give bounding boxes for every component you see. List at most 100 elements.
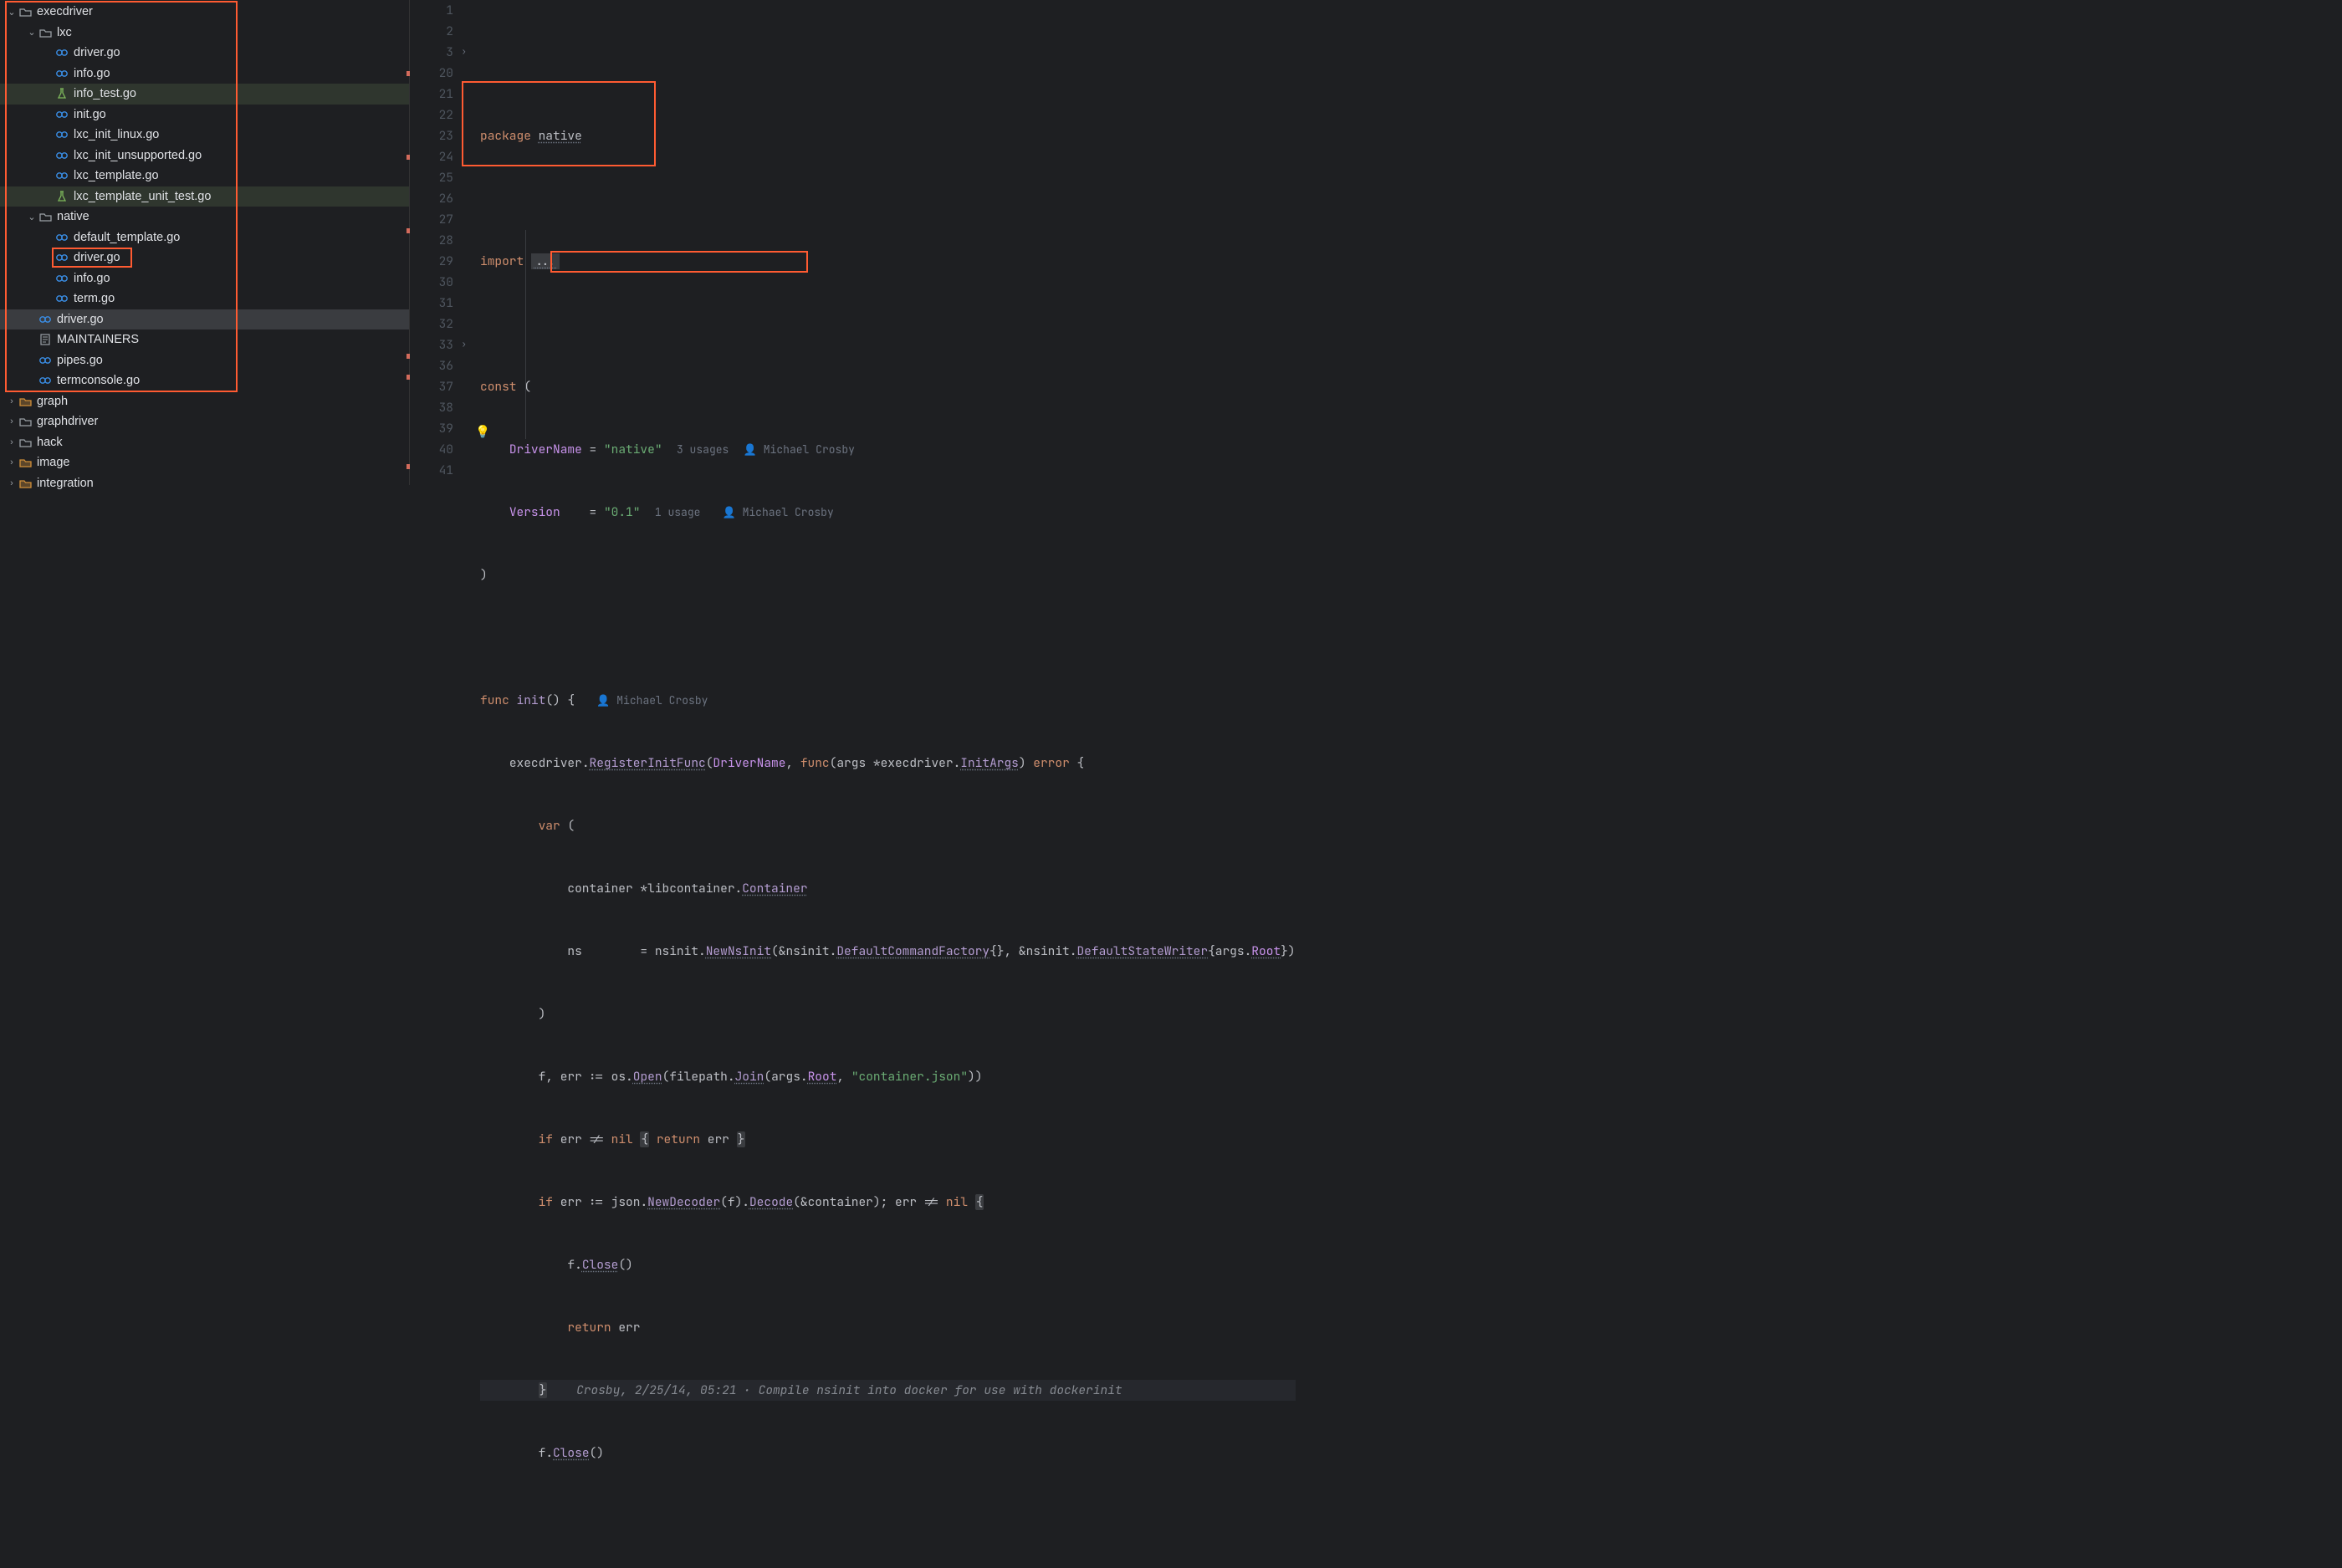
tree-folder-execdriver[interactable]: ⌄ execdriver	[0, 2, 409, 23]
code-line: if err := json.NewDecoder(f).Decode(&con…	[480, 1192, 1296, 1213]
tree-folder[interactable]: › integration	[0, 473, 409, 494]
go-file-icon	[55, 169, 69, 182]
line-number: 22	[410, 105, 453, 125]
tree-label: lxc	[57, 26, 72, 39]
line-number: 27	[410, 209, 453, 230]
go-file-icon	[55, 67, 69, 80]
tree-label: info.go	[74, 67, 110, 80]
code-line: )	[480, 1004, 1296, 1024]
author-hint[interactable]: 👤 Michael Crosby	[744, 442, 855, 457]
tree-file[interactable]: init.go	[0, 105, 409, 125]
tree-label: lxc_init_unsupported.go	[74, 149, 202, 162]
tree-label: hack	[37, 436, 63, 449]
line-number: 20	[410, 63, 453, 84]
code-line: package native	[480, 125, 1296, 146]
chevron-right-icon: ›	[5, 416, 18, 426]
tree-file[interactable]: info.go	[0, 64, 409, 84]
chevron-down-icon: ⌄	[5, 7, 18, 18]
line-number: 23	[410, 125, 453, 146]
code-line	[480, 1505, 1296, 1526]
author-hint[interactable]: 👤 Michael Crosby	[596, 693, 708, 707]
code-editor[interactable]: 1 2 3› 20 21 22 23 24 25 26 27 28 29 30 …	[410, 0, 1305, 485]
line-number: 29	[410, 251, 453, 272]
code-line: f.Close()	[480, 1254, 1296, 1275]
tree-label: default_template.go	[74, 231, 180, 244]
tree-folder[interactable]: › hack	[0, 432, 409, 453]
tree-file[interactable]: driver.go	[0, 43, 409, 64]
code-line: const (	[480, 376, 1296, 397]
tree-file[interactable]: driver.go	[0, 248, 409, 268]
code-line: return err	[480, 1317, 1296, 1338]
fold-right-icon[interactable]: ›	[461, 42, 467, 63]
line-number: 28	[410, 230, 453, 251]
code-area[interactable]: package native import ... const ( Driver…	[468, 0, 1296, 485]
folder-icon	[18, 436, 32, 449]
folder-icon	[38, 26, 52, 39]
tree-file[interactable]: default_template.go	[0, 227, 409, 248]
tree-file[interactable]: info.go	[0, 268, 409, 289]
tree-file[interactable]: termconsole.go	[0, 370, 409, 391]
tree-file[interactable]: MAINTAINERS	[0, 329, 409, 350]
chevron-right-icon: ›	[5, 437, 18, 447]
line-number: 41	[410, 460, 453, 481]
person-icon: 👤	[723, 505, 736, 519]
test-file-icon	[55, 87, 69, 100]
package-folder-icon	[18, 395, 32, 408]
tree-label: native	[57, 210, 89, 223]
tree-file[interactable]: lxc_init_linux.go	[0, 125, 409, 146]
tree-folder[interactable]: › image	[0, 452, 409, 473]
tree-folder-lxc[interactable]: ⌄ lxc	[0, 23, 409, 43]
code-line: container *libcontainer.Container	[480, 878, 1296, 899]
tree-file[interactable]: lxc_template.go	[0, 166, 409, 186]
tree-folder[interactable]: ›graphdriver	[0, 411, 409, 432]
tree-file-test[interactable]: info_test.go	[0, 84, 409, 105]
tree-label: driver.go	[74, 46, 120, 59]
tree-label: lxc_template.go	[74, 169, 159, 182]
code-line: f, err := os.Open(filepath.Join(args.Roo…	[480, 1066, 1296, 1087]
tree-file-test[interactable]: lxc_template_unit_test.go	[0, 186, 409, 207]
indent-guide	[525, 230, 526, 439]
usages-hint[interactable]: 3 usages	[677, 442, 729, 457]
line-number: 36	[410, 355, 453, 376]
tree-label: integration	[37, 477, 94, 490]
tree-label: init.go	[74, 108, 106, 121]
code-line: import ...	[480, 251, 1296, 272]
line-number: 25	[410, 167, 453, 188]
tree-label: info_test.go	[74, 87, 136, 100]
tree-file[interactable]: term.go	[0, 289, 409, 309]
tree-label: info.go	[74, 272, 110, 285]
code-line: Version = "0.1" 1 usage 👤 Michael Crosby	[480, 502, 1296, 523]
author-hint[interactable]: 👤 Michael Crosby	[723, 505, 834, 519]
code-line-current: } Crosby, 2/25/14, 05:21 · Compile nsini…	[480, 1380, 1296, 1401]
line-number: 37	[410, 376, 453, 397]
tree-label: execdriver	[37, 5, 93, 18]
tree-file-selected[interactable]: driver.go	[0, 309, 409, 330]
tree-folder-native[interactable]: ⌄ native	[0, 207, 409, 227]
tree-file[interactable]: pipes.go	[0, 350, 409, 371]
chevron-right-icon: ›	[5, 457, 18, 467]
tree-folder[interactable]: ›graph	[0, 391, 409, 412]
go-file-icon	[38, 374, 52, 387]
line-number: 3›	[410, 42, 453, 63]
code-line	[480, 188, 1296, 209]
fold-right-icon[interactable]: ›	[461, 335, 467, 355]
chevron-down-icon: ⌄	[25, 212, 38, 222]
package-folder-icon	[18, 456, 32, 469]
code-line: f.Close()	[480, 1443, 1296, 1463]
chevron-right-icon: ›	[5, 478, 18, 488]
go-file-icon	[55, 251, 69, 264]
tree-label: image	[37, 456, 70, 469]
code-line: DriverName = "native" 3 usages 👤 Michael…	[480, 439, 1296, 460]
line-number: 33›	[410, 335, 453, 355]
line-number: 38	[410, 397, 453, 418]
line-number: 40	[410, 439, 453, 460]
tree-file[interactable]: lxc_init_unsupported.go	[0, 146, 409, 166]
folder-icon	[38, 210, 52, 223]
go-file-icon	[38, 313, 52, 326]
file-tree-sidebar[interactable]: ⌄ execdriver ⌄ lxc driver.go info.go inf…	[0, 0, 410, 485]
package-folder-icon	[18, 477, 32, 490]
line-number: 2	[410, 21, 453, 42]
usages-hint[interactable]: 1 usage	[655, 505, 701, 519]
line-number: 1	[410, 0, 453, 21]
go-file-icon	[55, 128, 69, 141]
